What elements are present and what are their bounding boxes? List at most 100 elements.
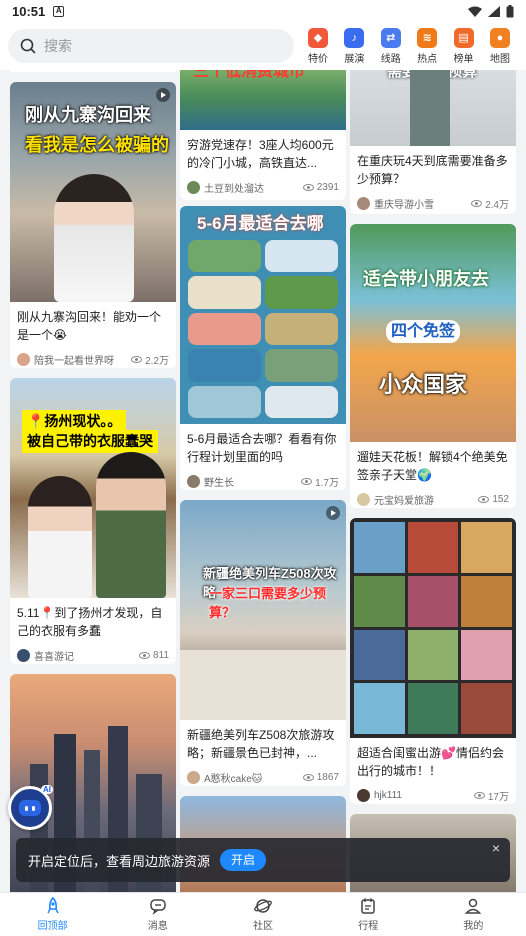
grid-photo (188, 385, 261, 418)
card-title: 刚从九寨沟回来！能劝一个是一个😭 (17, 310, 162, 342)
person-figure (96, 452, 166, 598)
quick-nav-map[interactable]: ● 地图 (482, 27, 518, 65)
ai-assistant-button[interactable]: AI (8, 785, 53, 830)
top-header: 搜索 ◆ 特价 ♪ 展演 ⇄ 线路 ≋ 热点 ▤ 榜单 ● 地图 (0, 22, 526, 70)
feed-card[interactable] (10, 70, 176, 72)
grid-photo (265, 276, 338, 309)
view-count-value: 17万 (487, 791, 509, 803)
view-count-value: 1.7万 (315, 477, 339, 489)
feed-card[interactable]: 超适合闺蜜出游💕情侣约会出行的城市！！ hjk111 17万 (350, 518, 516, 804)
card-image: 刚从九寨沟回来 看我是怎么被骗的 (10, 82, 176, 302)
search-box[interactable]: 搜索 (8, 29, 294, 63)
route-icon: ⇄ (380, 27, 401, 48)
tab-messages[interactable]: 消息 (105, 893, 210, 936)
view-count-value: 152 (492, 493, 509, 505)
grid-photo (188, 312, 261, 346)
tab-community[interactable]: 社区 (210, 893, 315, 936)
tab-back-to-top[interactable]: 回顶部 (0, 893, 105, 936)
card-title: 新疆绝美列车Z508次旅游攻略；新疆景色已封神，... (187, 728, 335, 760)
avatar (17, 352, 30, 366)
feed-card[interactable]: 新疆绝美列车Z508次攻略 一家三口需要多少预算？ 新疆绝美列车Z508次旅游攻… (180, 500, 346, 786)
card-meta: 土豆到处溜达 2391 (180, 174, 346, 196)
hot-icon: ≋ (417, 27, 438, 48)
sim-icon: A (53, 5, 65, 17)
quick-nav-label: 特价 (308, 53, 328, 65)
eye-icon (471, 199, 483, 207)
ai-badge: AI (41, 785, 53, 794)
enable-location-button[interactable]: 开启 (220, 849, 267, 871)
image-caption: 适合带小朋友去 (363, 269, 489, 289)
eye-icon (302, 773, 314, 781)
card-meta: A憨秋cake🐱 1867 (180, 764, 346, 786)
card-meta: 陪我一起看世界呀 2.2万 (10, 346, 176, 368)
view-count: 1867 (302, 771, 339, 783)
feed-card[interactable]: 适合带小朋友去 四个免签 小众国家 遛娃天花板！解锁4个绝美免签亲子天堂🌍 元宝… (350, 224, 516, 508)
card-author: 野生长 (204, 477, 234, 489)
tab-label: 社区 (253, 921, 273, 932)
view-count-value: 811 (153, 649, 169, 661)
grid-photo (407, 575, 459, 627)
card-author: hjk111 (374, 789, 402, 801)
feed-card[interactable]: 5-6月最适合去哪 5-6月最适合去哪？看看有你行程计划里面的吗 野生长 1.7… (180, 206, 346, 490)
tab-label: 行程 (358, 921, 379, 932)
tag-icon: ◆ (308, 27, 328, 48)
view-count-value: 2.4万 (485, 199, 509, 211)
grid-photo (188, 240, 261, 273)
card-author: 陪我一起看世界呀 (34, 355, 114, 367)
view-count: 17万 (473, 788, 509, 803)
quick-nav-ranking[interactable]: ▤ 榜单 (446, 27, 482, 65)
avatar (187, 770, 200, 784)
status-icons (468, 4, 514, 18)
view-count-value: 2391 (316, 181, 339, 193)
close-icon[interactable]: × (488, 840, 504, 856)
quick-nav-deals[interactable]: ◆ 特价 (300, 27, 336, 65)
image-caption: 一家三口需要多少预算？ (209, 586, 327, 620)
tab-profile[interactable]: 我的 (421, 893, 526, 936)
location-permission-banner: 开启定位后，查看周边旅游资源 开启 × (16, 838, 510, 882)
grid-photo (354, 522, 405, 573)
avatar (187, 474, 200, 488)
feed-card[interactable]: 三个低消费城市 穷游党速存！3座人均600元的冷门小城，高铁直达... 土豆到处… (180, 70, 346, 200)
battery-icon (506, 4, 514, 17)
tab-label: 回顶部 (37, 921, 68, 932)
grid-photo (265, 385, 338, 418)
eye-icon (478, 495, 490, 503)
quick-nav-label: 展演 (344, 53, 365, 65)
quick-nav-routes[interactable]: ⇄ 线路 (373, 27, 409, 65)
grid-photo (354, 629, 405, 681)
eye-icon (302, 183, 314, 191)
quick-nav-label: 热点 (417, 53, 438, 65)
grid-photo (461, 575, 512, 627)
quick-nav-hot[interactable]: ≋ 热点 (409, 27, 445, 65)
grid-photo (354, 683, 405, 734)
grid-photo (461, 683, 512, 734)
feed-card[interactable]: 需要多少预算 在重庆玩4天到底需要准备多少预算？ 重庆导游小雪 2.4万 (350, 70, 516, 214)
grid-photo (461, 522, 512, 573)
grid-photo (407, 629, 459, 681)
avatar (357, 492, 370, 506)
grid-photo (188, 349, 261, 382)
view-count: 2391 (302, 181, 339, 193)
tab-itinerary[interactable]: 行程 (316, 893, 421, 936)
card-meta: 喜喜游记 811 (10, 642, 176, 664)
planet-icon (254, 899, 272, 913)
quick-nav-shows[interactable]: ♪ 展演 (336, 27, 372, 65)
feed-card[interactable]: 📍扬州现状。。 被自己带的衣服蠢哭 5.11📍到了扬州才发现，自己的衣服有多蠢 … (10, 378, 176, 664)
avatar (357, 196, 370, 210)
feed-card[interactable]: 刚从九寨沟回来 看我是怎么被骗的 刚从九寨沟回来！能劝一个是一个😭 陪我一起看世… (10, 82, 176, 368)
card-image: 适合带小朋友去 四个免签 小众国家 (350, 224, 516, 442)
grid-photo (407, 683, 459, 734)
video-play-icon (156, 88, 170, 102)
card-image (350, 518, 516, 738)
city-photo-grid (354, 522, 512, 734)
calendar-icon (361, 898, 375, 914)
card-author: 重庆导游小雪 (374, 199, 434, 211)
content-feed[interactable]: 刚从九寨沟回来 看我是怎么被骗的 刚从九寨沟回来！能劝一个是一个😭 陪我一起看世… (0, 70, 526, 892)
grid-photo (265, 312, 338, 346)
quick-nav: ◆ 特价 ♪ 展演 ⇄ 线路 ≋ 热点 ▤ 榜单 ● 地图 (300, 27, 518, 65)
view-count-value: 1867 (316, 771, 339, 783)
avatar (187, 180, 200, 194)
person-figure (54, 174, 134, 302)
card-title: 5-6月最适合去哪？看看有你行程计划里面的吗 (187, 432, 337, 464)
tab-label: 我的 (463, 921, 484, 932)
